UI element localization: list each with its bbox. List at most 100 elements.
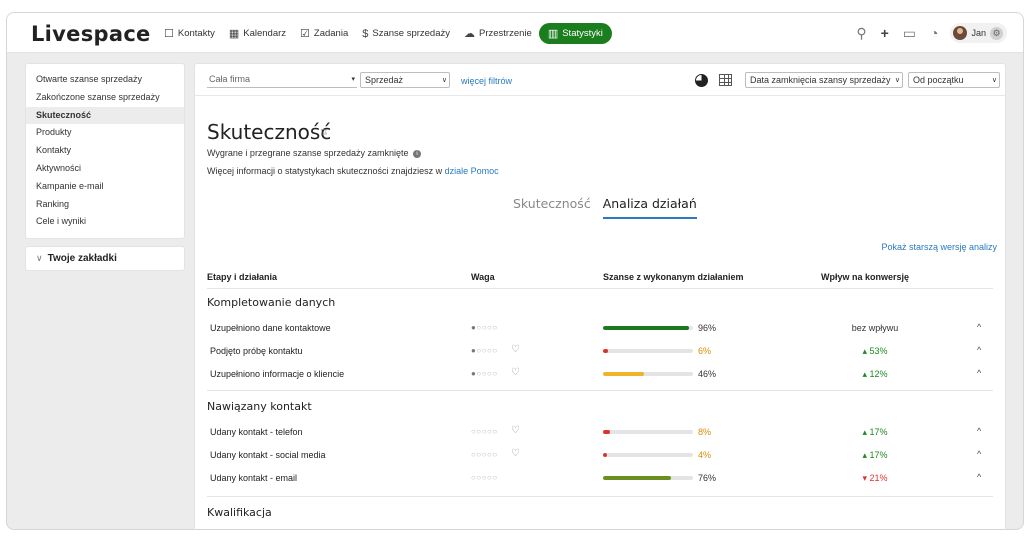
search-icon[interactable]: ⚲	[856, 25, 866, 42]
chevron-up-icon[interactable]: ^	[977, 472, 981, 482]
table-row[interactable]: Udany kontakt - telefon ○○○○○ ♡ 8% ▴ 17% ^	[195, 422, 1005, 444]
weight-dot-empty: ○	[492, 427, 498, 436]
chevron-down-icon: ∨	[36, 253, 43, 263]
table-row[interactable]: Przeprowadzona rozmowa kwalifikacyjna●○○…	[195, 526, 1005, 529]
date-field-value: Data zamknięcia szansy sprzedaży	[750, 75, 891, 85]
user-menu[interactable]: Jan ⚙	[950, 23, 1007, 43]
conversion-impact-value: ▴ 17%	[862, 450, 888, 460]
nav-label: Przestrzenie	[479, 28, 532, 39]
percentage-value: 96%	[698, 323, 717, 333]
group-divider	[207, 390, 993, 391]
column-header-stages: Etapy i działania	[207, 272, 278, 282]
nav-contacts[interactable]: ☐ Kontakty	[157, 23, 222, 44]
sidebar-item-email-campaigns[interactable]: Kampanie e-mail	[26, 178, 184, 196]
nav-spaces[interactable]: ☁ Przestrzenie	[457, 23, 539, 44]
nav-tasks[interactable]: ☑ Zadania	[293, 23, 355, 44]
chevron-up-icon[interactable]: ^	[977, 449, 981, 459]
top-navigation-bar: Livespace ☐ Kontakty ▦ Kalendarz ☑ Zadania …	[7, 13, 1023, 53]
lightbulb-icon[interactable]: ♡	[511, 367, 520, 378]
help-text: Więcej informacji o statystykach skutecz…	[207, 166, 499, 176]
sidebar-item-products[interactable]: Produkty	[26, 124, 184, 142]
bookmarks-panel[interactable]: ∨ Twoje zakładki	[25, 246, 185, 271]
old-version-link[interactable]: Pokaż starszą wersję analizy	[881, 242, 997, 252]
info-icon[interactable]: i	[413, 149, 422, 158]
sidebar-item-contacts[interactable]: Kontakty	[26, 142, 184, 160]
date-field-select[interactable]: Data zamknięcia szansy sprzedaży ∨	[745, 72, 903, 88]
table-row[interactable]: Udany kontakt - social media ○○○○○ ♡ 4% ▴ 17…	[195, 445, 1005, 467]
weight-dot-empty: ○	[492, 450, 498, 459]
pin-icon[interactable]: ⌑	[321, 126, 327, 139]
calendar-icon: ▦	[228, 28, 240, 40]
conversion-impact-value: ▴ 17%	[862, 427, 888, 437]
livespace-logo[interactable]: Livespace	[31, 22, 151, 46]
conversion-impact-value: bez wpływu	[851, 323, 899, 333]
table-row[interactable]: Podjęto próbę kontaktu ●○○○○ ♡ 6% ▴ 53% ^	[195, 341, 1005, 363]
gear-icon[interactable]: ⚙	[990, 26, 1003, 40]
progress-bar-fill	[603, 476, 672, 480]
lightbulb-icon[interactable]: ♡	[511, 448, 520, 459]
progress-bar	[603, 349, 693, 353]
progress-bar-fill	[603, 326, 690, 330]
percentage-value: 8%	[698, 427, 712, 437]
weight-dot-empty: ○	[492, 473, 498, 482]
sidebar-item-ranking[interactable]: Ranking	[26, 196, 184, 214]
weight-dots: ○○○○○	[471, 427, 498, 436]
company-filter-value: Cała firma	[209, 74, 251, 84]
main-nav: ☐ Kontakty ▦ Kalendarz ☑ Zadania $ Szanse sp…	[157, 23, 612, 44]
percentage-value: 46%	[698, 369, 717, 379]
bookmarks-label: Twoje zakładki	[47, 253, 117, 264]
table-row[interactable]: Udany kontakt - email ○○○○○ 76% ▾ 21% ^	[195, 468, 1005, 490]
sidebar-item-closed-deals[interactable]: Zakończone szanse sprzedaży	[26, 89, 184, 107]
activity-name: Podjęto próbę kontaktu	[210, 346, 303, 356]
period-select[interactable]: Od początku ∨	[908, 72, 1000, 88]
divider	[207, 288, 993, 289]
sales-filter-select[interactable]: Sprzedaż ∨	[360, 72, 450, 88]
help-link[interactable]: dziale Pomoc	[445, 166, 499, 176]
progress-bar	[603, 326, 693, 330]
help-prefix: Więcej informacji o statystykach skutecz…	[207, 166, 445, 176]
progress-bar-fill	[603, 453, 607, 457]
toolbar-right: ⚲ + ▭ ◔ Jan ⚙	[842, 23, 1007, 43]
sidebar-item-goals[interactable]: Cele i wyniki	[26, 213, 184, 231]
column-header-weight: Waga	[471, 272, 495, 282]
more-filters-link[interactable]: więcej filtrów	[461, 76, 512, 86]
bell-icon[interactable]: ◔	[930, 25, 938, 41]
app-window: Livespace ☐ Kontakty ▦ Kalendarz ☑ Zadania …	[6, 12, 1024, 530]
chevron-up-icon[interactable]: ^	[977, 322, 981, 332]
tab-effectiveness[interactable]: Skuteczność	[513, 196, 591, 219]
progress-bar-fill	[603, 372, 645, 376]
tabs: Skuteczność Analiza działań	[513, 196, 709, 219]
table-icon[interactable]	[719, 74, 732, 86]
lightbulb-icon[interactable]: ♡	[511, 344, 520, 355]
user-name: Jan	[971, 28, 986, 38]
tab-activity-analysis[interactable]: Analiza działań	[602, 196, 697, 219]
chevron-up-icon[interactable]: ^	[977, 426, 981, 436]
page-title: Skuteczność	[207, 120, 332, 144]
company-filter-select[interactable]: Cała firma ▾	[207, 72, 357, 88]
nav-statistics[interactable]: ▥ Statystyki	[538, 23, 612, 44]
chat-icon[interactable]: ▭	[903, 25, 916, 42]
sidebar-item-activities[interactable]: Aktywności	[26, 160, 184, 178]
table-row[interactable]: Uzupełniono dane kontaktowe ●○○○○ 96% bez w…	[195, 318, 1005, 340]
group-divider	[207, 496, 993, 497]
nav-label: Statystyki	[562, 28, 603, 39]
sidebar-item-effectiveness[interactable]: Skuteczność	[26, 106, 184, 125]
chevron-down-icon: ∨	[441, 77, 447, 84]
nav-deals[interactable]: $ Szanse sprzedaży	[355, 23, 457, 44]
progress-bar	[603, 430, 693, 434]
lightbulb-icon[interactable]: ♡	[511, 425, 520, 436]
sales-filter-value: Sprzedaż	[365, 75, 404, 85]
percentage-value: 4%	[698, 450, 712, 460]
nav-calendar[interactable]: ▦ Kalendarz	[222, 23, 293, 44]
pie-chart-icon[interactable]	[695, 74, 708, 87]
sidebar-item-open-deals[interactable]: Otwarte szanse sprzedaży	[26, 71, 184, 89]
avatar	[953, 26, 968, 40]
bar-chart-icon: ▥	[547, 28, 559, 40]
chevron-up-icon[interactable]: ^	[977, 368, 981, 378]
activity-name: Udany kontakt - social media	[210, 450, 326, 460]
group-title: Nawiązany kontakt	[207, 400, 312, 413]
chevron-up-icon[interactable]: ^	[977, 345, 981, 355]
group-title: Kwalifikacja	[207, 506, 272, 519]
table-row[interactable]: Uzupełniono informacje o kliencie ●○○○○ ♡ 4…	[195, 364, 1005, 386]
plus-icon[interactable]: +	[881, 25, 889, 41]
